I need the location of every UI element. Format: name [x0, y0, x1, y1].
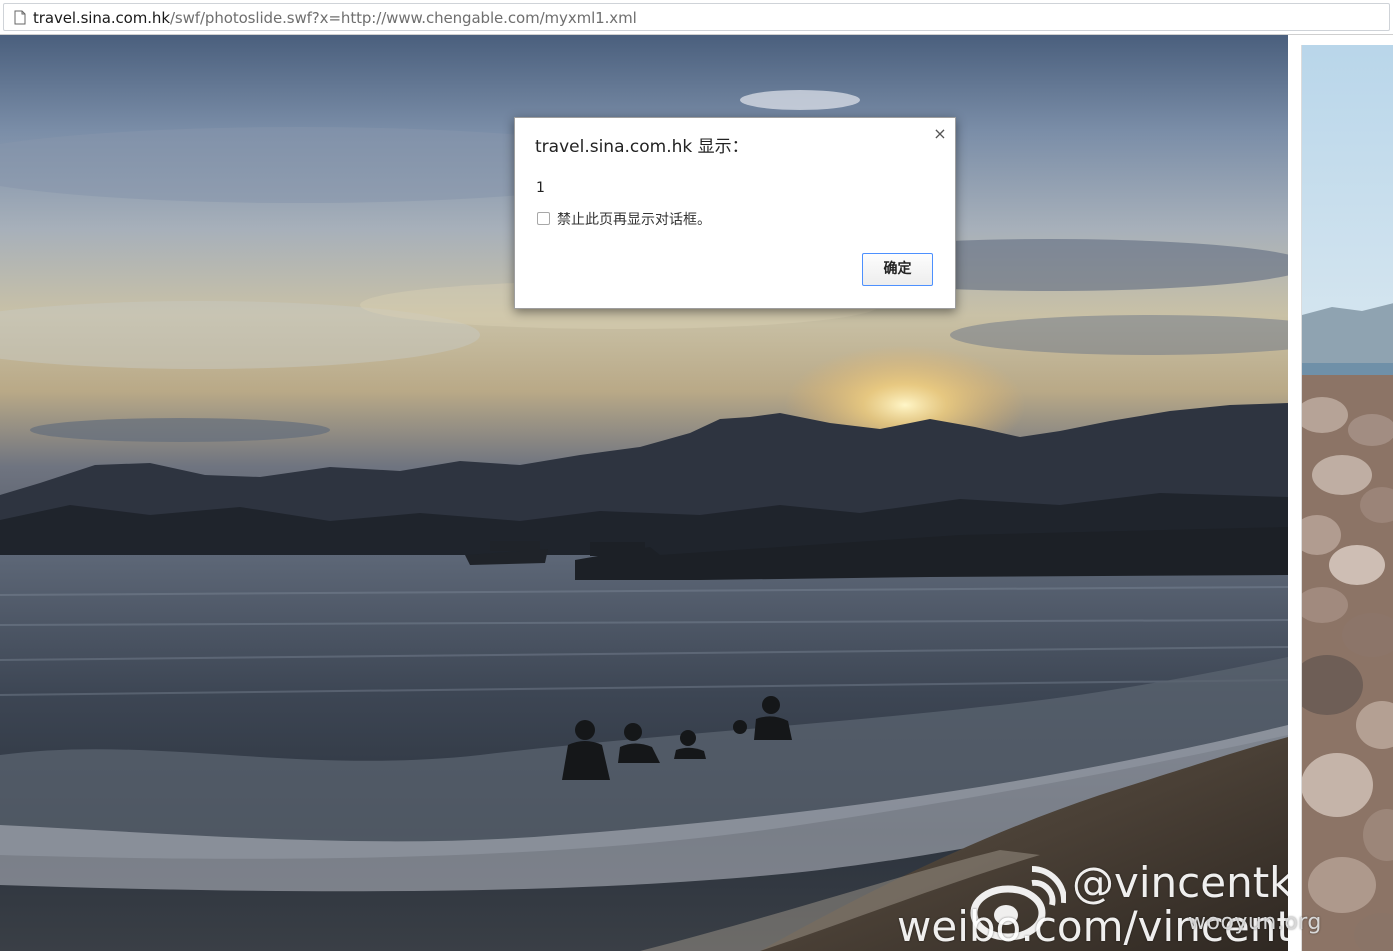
url-text: travel.sina.com.hk/swf/photoslide.swf?x=… [33, 9, 637, 27]
url-host: travel.sina.com.hk [33, 9, 170, 27]
alert-message: 1 [536, 180, 545, 196]
photo-watermark-handle: @vincentkit [1072, 858, 1322, 907]
suppress-dialogs-checkbox[interactable] [537, 212, 550, 225]
url-path: /swf/photoslide.swf?x=http://www.chengab… [169, 9, 637, 27]
suppress-dialogs-label[interactable]: 禁止此页再显示对话框。 [557, 209, 711, 229]
url-field[interactable]: travel.sina.com.hk/swf/photoslide.swf?x=… [3, 3, 1390, 31]
alert-title: travel.sina.com.hk 显示： [535, 137, 749, 157]
close-icon[interactable]: × [932, 126, 948, 142]
site-watermark: wooyun.org [1188, 910, 1322, 935]
address-bar: travel.sina.com.hk/swf/photoslide.swf?x=… [0, 0, 1393, 35]
ok-button[interactable]: 确定 [862, 253, 933, 286]
alert-dialog: travel.sina.com.hk 显示： × 1 禁止此页再显示对话框。 确… [514, 117, 956, 309]
next-slide-photo[interactable] [1301, 45, 1393, 951]
rocky-shore-image [1302, 45, 1393, 951]
document-icon [14, 10, 26, 25]
